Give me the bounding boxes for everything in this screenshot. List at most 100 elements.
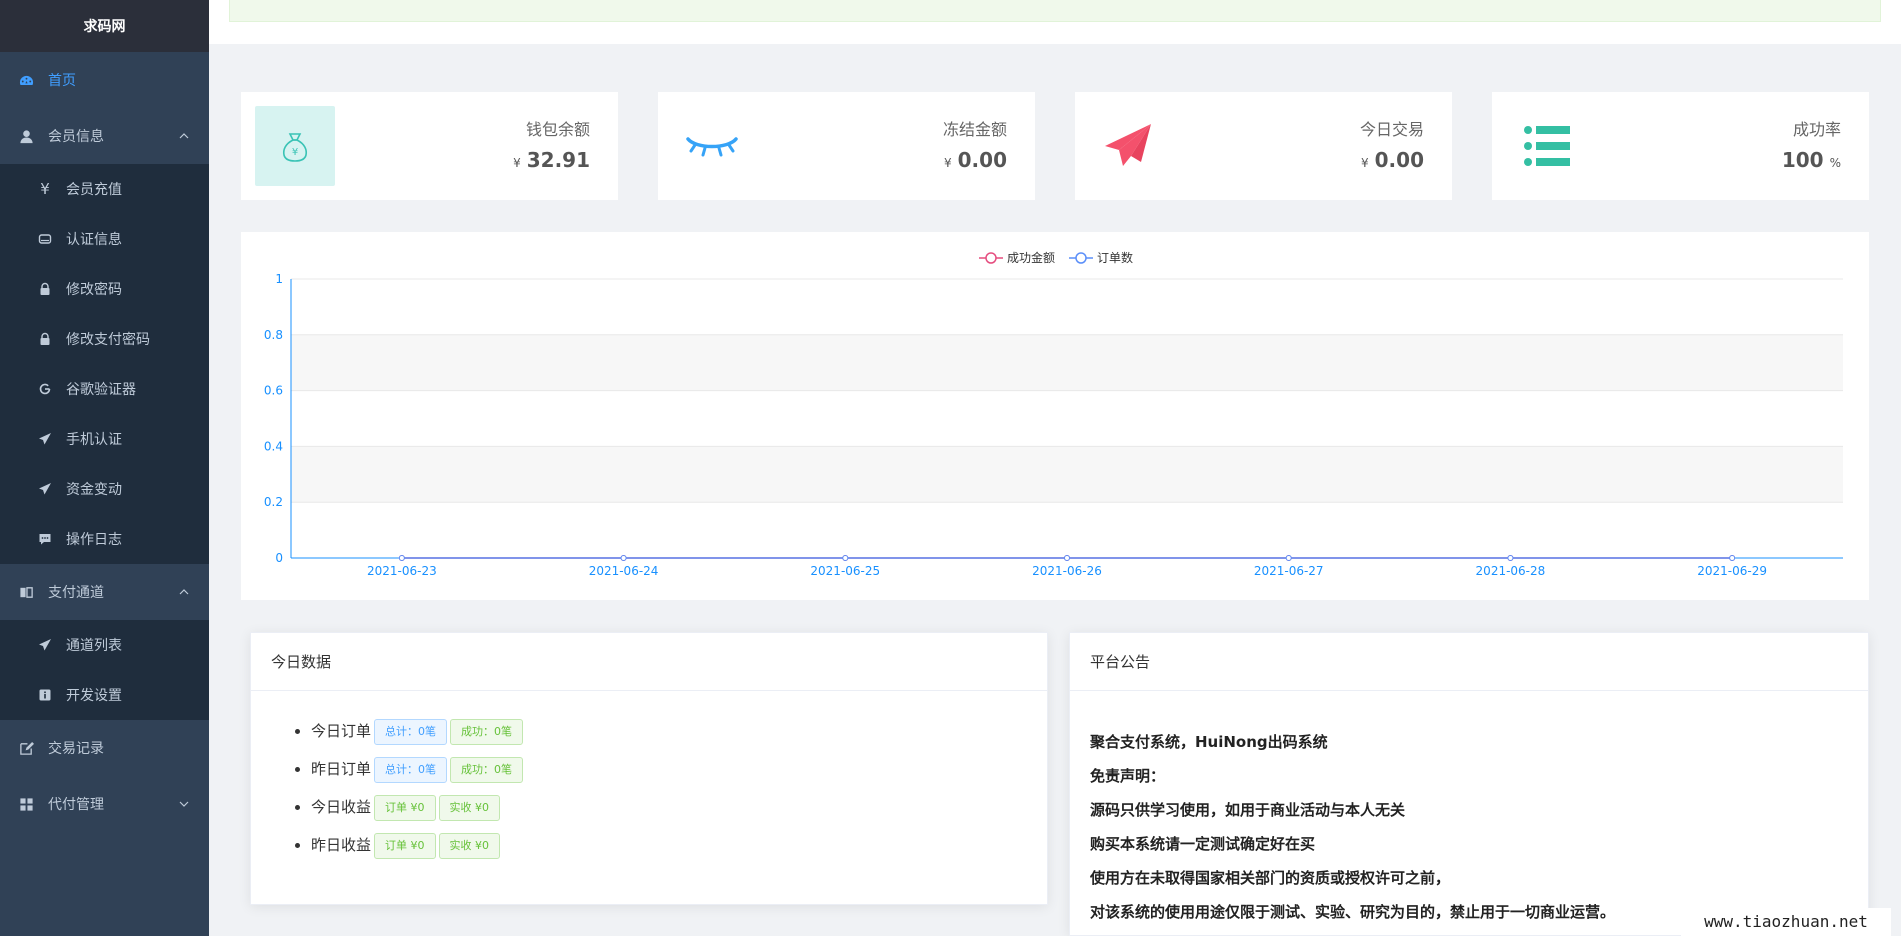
stat-value: ¥32.91: [513, 148, 590, 172]
user-icon: [18, 128, 34, 144]
paper-plane-icon: [38, 482, 52, 496]
list-item: 昨日订单总计：0笔成功：0笔: [311, 755, 1047, 793]
sidebar-item-channel-list[interactable]: 通道列表: [0, 620, 209, 670]
data-point: [1507, 555, 1514, 561]
stat-value: ¥0.00: [944, 148, 1007, 172]
grid-icon: [18, 796, 34, 812]
eye-closed-icon: [672, 106, 752, 186]
sidebar-item-phone-auth[interactable]: 手机认证: [0, 414, 209, 464]
sidebar-item-google-auth[interactable]: 谷歌验证器: [0, 364, 209, 414]
data-point: [1064, 555, 1070, 561]
stat-label: 冻结金额: [942, 120, 1007, 139]
today-data-list: 今日订单总计：0笔成功：0笔 昨日订单总计：0笔成功：0笔 今日收益订单 ¥0实…: [251, 691, 1047, 869]
id-card-icon: [38, 232, 52, 246]
stat-label: 成功率: [1792, 120, 1841, 139]
x-tick-label: 2021-06-24: [589, 564, 659, 578]
y-tick-label: 0: [275, 551, 283, 565]
stat-label: 今日交易: [1359, 120, 1424, 139]
x-tick-label: 2021-06-23: [367, 564, 437, 578]
paper-plane-icon: [1089, 106, 1169, 186]
stat-card-frozen: 冻结金额 ¥0.00: [658, 92, 1035, 200]
notice-line: 使用方在未取得国家相关部门的资质或授权许可之前，: [1090, 869, 1451, 887]
sidebar-item-change-password[interactable]: 修改密码: [0, 264, 209, 314]
status-badge: 实收 ¥0: [438, 832, 501, 859]
sidebar-item-fund-changes[interactable]: 资金变动: [0, 464, 209, 514]
sidebar-item-certification[interactable]: 认证信息: [0, 214, 209, 264]
data-point: [1729, 555, 1736, 561]
chevron-up-icon: [179, 589, 189, 595]
chevron-down-icon: [179, 801, 189, 807]
pay-submenu: 通道列表 开发设置: [0, 620, 209, 720]
lock-icon: [38, 332, 52, 346]
panel-title: 平台公告: [1070, 633, 1868, 691]
stat-card-success-rate: 成功率 100%: [1492, 92, 1869, 200]
stat-card-wallet: ¥ 钱包余额 ¥32.91: [241, 92, 618, 200]
list-item: 今日收益订单 ¥0实收 ¥0: [311, 793, 1047, 831]
sidebar-item-trade-record[interactable]: 交易记录: [0, 720, 209, 776]
member-submenu: ¥ 会员充值 认证信息 修改密码 修改支付密码 谷歌验证器 手机认证 资金变动 …: [0, 164, 209, 564]
yen-icon: ¥: [40, 180, 50, 198]
x-tick-label: 2021-06-27: [1254, 564, 1324, 578]
watermark: www.tiaozhuan.net: [1681, 908, 1891, 936]
status-badge: 成功：0笔: [450, 718, 524, 745]
sidebar-item-pay-channel[interactable]: 支付通道: [0, 564, 209, 620]
paper-plane-icon: [38, 638, 52, 652]
list-icon: [1506, 106, 1586, 186]
sidebar-item-label: 会员信息: [48, 129, 104, 145]
paper-plane-icon: [38, 432, 52, 446]
x-tick-label: 2021-06-25: [810, 564, 880, 578]
sidebar: 求码网 首页 会员信息 ¥ 会员充值 认证信息 修改密码 修改支付密码 谷歌验证…: [0, 0, 209, 936]
chart-band: [291, 334, 1843, 391]
notice-line: 源码只供学习使用，如用于商业活动与本人无关: [1090, 801, 1406, 819]
chart-band: [291, 446, 1843, 503]
status-badge: 订单 ¥0: [374, 832, 436, 859]
sidebar-item-change-pay-password[interactable]: 修改支付密码: [0, 314, 209, 364]
alert-banner: [229, 0, 1881, 22]
today-data-panel: 今日数据 今日订单总计：0笔成功：0笔 昨日订单总计：0笔成功：0笔 今日收益订…: [250, 632, 1048, 905]
legend-label: 成功金额: [1007, 250, 1055, 265]
stat-value: 100%: [1781, 148, 1841, 172]
main-content: ¥ 钱包余额 ¥32.91 冻结金额 ¥0.00 今日交易 ¥0.00 成功率 …: [209, 0, 1901, 936]
sidebar-item-label: 代付管理: [48, 797, 104, 813]
status-badge: 总计：0笔: [374, 756, 448, 783]
data-point: [398, 555, 405, 561]
x-tick-label: 2021-06-29: [1697, 564, 1767, 578]
notice-content: 聚合支付系统，HuiNong出码系统 免责声明： 源码只供学习使用，如用于商业活…: [1070, 691, 1868, 929]
notice-line: 聚合支付系统，HuiNong出码系统: [1090, 733, 1328, 751]
money-bag-icon: ¥: [255, 106, 335, 186]
sidebar-item-payout-manage[interactable]: 代付管理: [0, 776, 209, 832]
legend-marker: [1075, 252, 1087, 264]
status-badge: 成功：0笔: [450, 756, 524, 783]
sidebar-item-recharge[interactable]: ¥ 会员充值: [0, 164, 209, 214]
y-tick-label: 0.6: [264, 384, 283, 398]
x-tick-label: 2021-06-26: [1032, 564, 1102, 578]
sidebar-item-member-info[interactable]: 会员信息: [0, 108, 209, 164]
sidebar-item-home[interactable]: 首页: [0, 52, 209, 108]
panel-title: 今日数据: [251, 633, 1047, 691]
line-chart: 0 0.2 0.4 0.6 0.8 1 2021-06-23 2021-06-24 2021-0…: [241, 232, 1869, 600]
notice-line: 免责声明：: [1090, 767, 1166, 785]
brand-logo[interactable]: 求码网: [0, 0, 209, 52]
legend-label: 订单数: [1097, 250, 1133, 265]
y-tick-label: 0.2: [264, 495, 283, 509]
stat-value: ¥0.00: [1361, 148, 1424, 172]
notice-line: 购买本系统请一定测试确定好在买: [1090, 835, 1316, 853]
x-tick-label: 2021-06-28: [1476, 564, 1546, 578]
dashboard-icon: [18, 72, 34, 88]
status-badge: 总计：0笔: [374, 718, 448, 745]
list-item: 今日订单总计：0笔成功：0笔: [311, 717, 1047, 755]
y-tick-label: 0.4: [264, 439, 283, 453]
status-badge: 订单 ¥0: [374, 794, 436, 821]
sidebar-item-operation-log[interactable]: 操作日志: [0, 514, 209, 564]
sidebar-item-dev-settings[interactable]: 开发设置: [0, 670, 209, 720]
stat-label: 钱包余额: [525, 120, 590, 139]
chart-svg: 0 0.2 0.4 0.6 0.8 1 2021-06-23 2021-06-24 2021-0…: [264, 250, 1843, 578]
legend-marker: [985, 252, 997, 264]
sidebar-item-label: 首页: [48, 73, 76, 89]
stat-cards: ¥ 钱包余额 ¥32.91 冻结金额 ¥0.00 今日交易 ¥0.00 成功率 …: [241, 92, 1869, 200]
data-point: [842, 555, 849, 561]
sidebar-item-label: 支付通道: [48, 585, 104, 601]
status-badge: 实收 ¥0: [438, 794, 501, 821]
book-icon: [18, 584, 34, 600]
data-point: [1285, 555, 1292, 561]
